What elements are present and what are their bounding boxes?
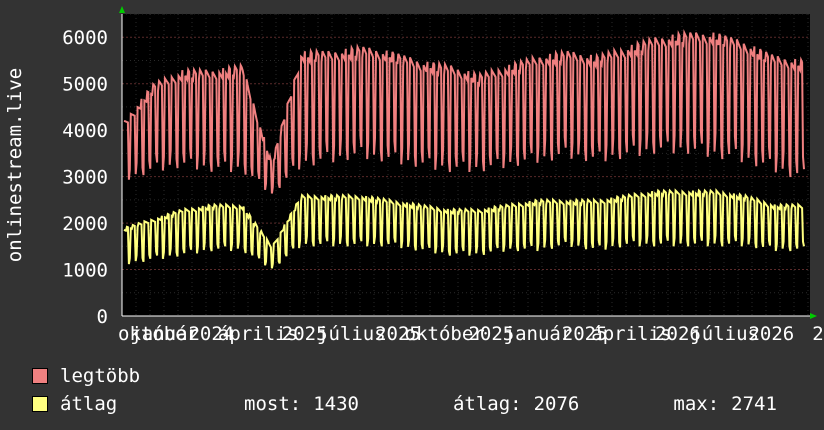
y-tick-label: 5000 (62, 74, 108, 96)
legend-label-atlag: átlag (60, 393, 118, 415)
stat-atlag-value: 2076 (533, 393, 580, 415)
x-axis-arrow (810, 313, 817, 319)
legend-swatch-atlag (32, 396, 48, 412)
y-axis-title: onlinestream.live (4, 68, 26, 262)
y-tick-label: 6000 (62, 27, 108, 49)
y-tick-label: 0 (97, 306, 108, 328)
stat-most-label: most: (244, 393, 302, 415)
y-tick-label: 3000 (62, 167, 108, 189)
x-tick-labels: októberjanuár2024április2025július2025ok… (118, 323, 824, 345)
legend-item-atlag: átlag most: 1430 átlag: 2076 max: 2741 (32, 390, 777, 418)
x-tick-label: 2 (812, 323, 823, 345)
legend: legtöbb átlag most: 1430 átlag: 2076 max: 2… (32, 362, 777, 418)
legend-item-legtobb: legtöbb (32, 362, 777, 390)
y-axis-arrow (119, 6, 125, 13)
chart-area: 0 1000 2000 3000 4000 5000 6000 októberjanuár2… (4, 6, 824, 345)
y-tick-labels: 0 1000 2000 3000 4000 5000 6000 (62, 27, 108, 328)
stat-most: most: 1430 (244, 390, 359, 418)
stat-atlag-label: átlag: (452, 393, 522, 415)
y-tick-label: 1000 (62, 260, 108, 282)
stat-atlag: átlag: 2076 (453, 390, 579, 418)
stat-most-value: 1430 (313, 393, 359, 415)
stat-max-label: max: (673, 393, 720, 415)
y-tick-label: 2000 (62, 213, 108, 235)
stat-max-value: 2741 (731, 393, 777, 415)
legend-swatch-legtobb (32, 368, 48, 384)
stat-max: max: 2741 (673, 390, 777, 418)
x-tick-label: 2026 (748, 323, 794, 345)
y-tick-label: 4000 (62, 120, 108, 142)
legend-label-legtobb: legtöbb (60, 365, 141, 387)
